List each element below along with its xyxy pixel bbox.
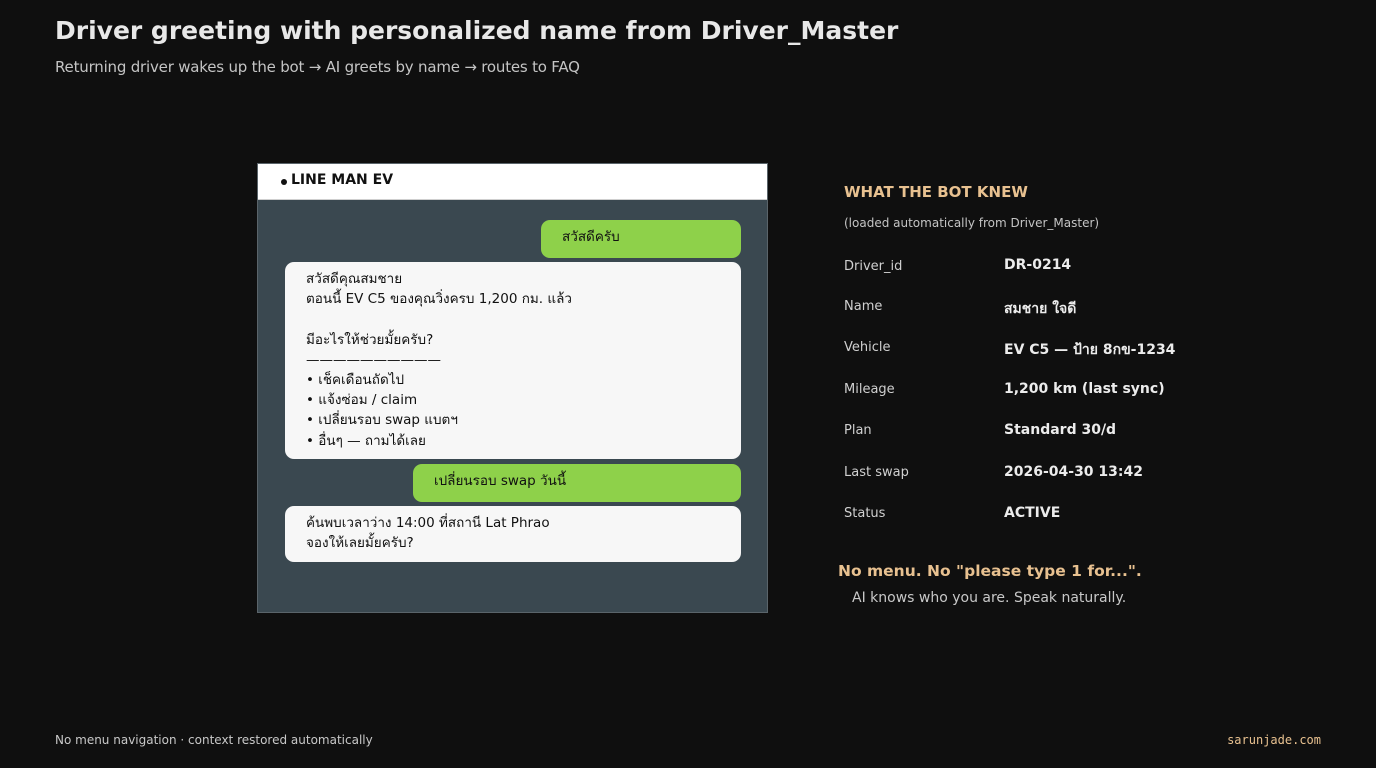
panel-title: WHAT THE BOT KNEW [844,183,1028,201]
field-label-vehicle: Vehicle [844,340,891,355]
chat-app-name: LINE MAN EV [291,172,394,188]
bot-message-bubble: ค้นพบเวลาว่าง 14:00 ที่สถานี Lat Phrao จ… [285,506,741,562]
field-value-status: ACTIVE [1004,505,1061,521]
field-label-driver-id: Driver_id [844,259,903,274]
field-label-status: Status [844,506,886,521]
page-subtitle: Returning driver wakes up the bot → AI g… [55,58,580,76]
callout-heading: No menu. No "please type 1 for...". [838,562,1142,580]
chat-header: LINE MAN EV [258,164,767,200]
field-value-driver-id: DR-0214 [1004,257,1072,273]
footer-note: No menu navigation · context restored au… [55,733,373,747]
field-label-mileage: Mileage [844,382,895,397]
user-message-bubble: เปลี่ยนรอบ swap วันนี้ [413,464,741,502]
user-message-bubble: สวัสดีครับ [541,220,741,258]
field-label-name: Name [844,299,883,314]
field-value-plan: Standard 30/d [1004,422,1117,438]
page-title: Driver greeting with personalized name f… [55,16,899,45]
footer-site-link[interactable]: sarunjade.com [1227,733,1321,747]
field-value-name: สมชาย ใจดี [1004,301,1077,317]
field-value-vehicle: EV C5 — ป้าย 8กข-1234 [1004,342,1176,358]
field-label-last-swap: Last swap [844,465,909,480]
panel-subtitle: (loaded automatically from Driver_Master… [844,216,1100,230]
field-label-plan: Plan [844,423,872,438]
field-value-last-swap: 2026-04-30 13:42 [1004,464,1143,480]
callout-subtext: AI knows who you are. Speak naturally. [852,590,1127,606]
status-dot-icon [281,179,287,185]
bot-message-bubble: สวัสดีคุณสมชาย ตอนนี้ EV C5 ของคุณวิ่งคร… [285,262,741,459]
field-value-mileage: 1,200 km (last sync) [1004,381,1165,397]
chat-window: LINE MAN EV สวัสดีครับ สวัสดีคุณสมชาย ตอ… [257,163,768,613]
